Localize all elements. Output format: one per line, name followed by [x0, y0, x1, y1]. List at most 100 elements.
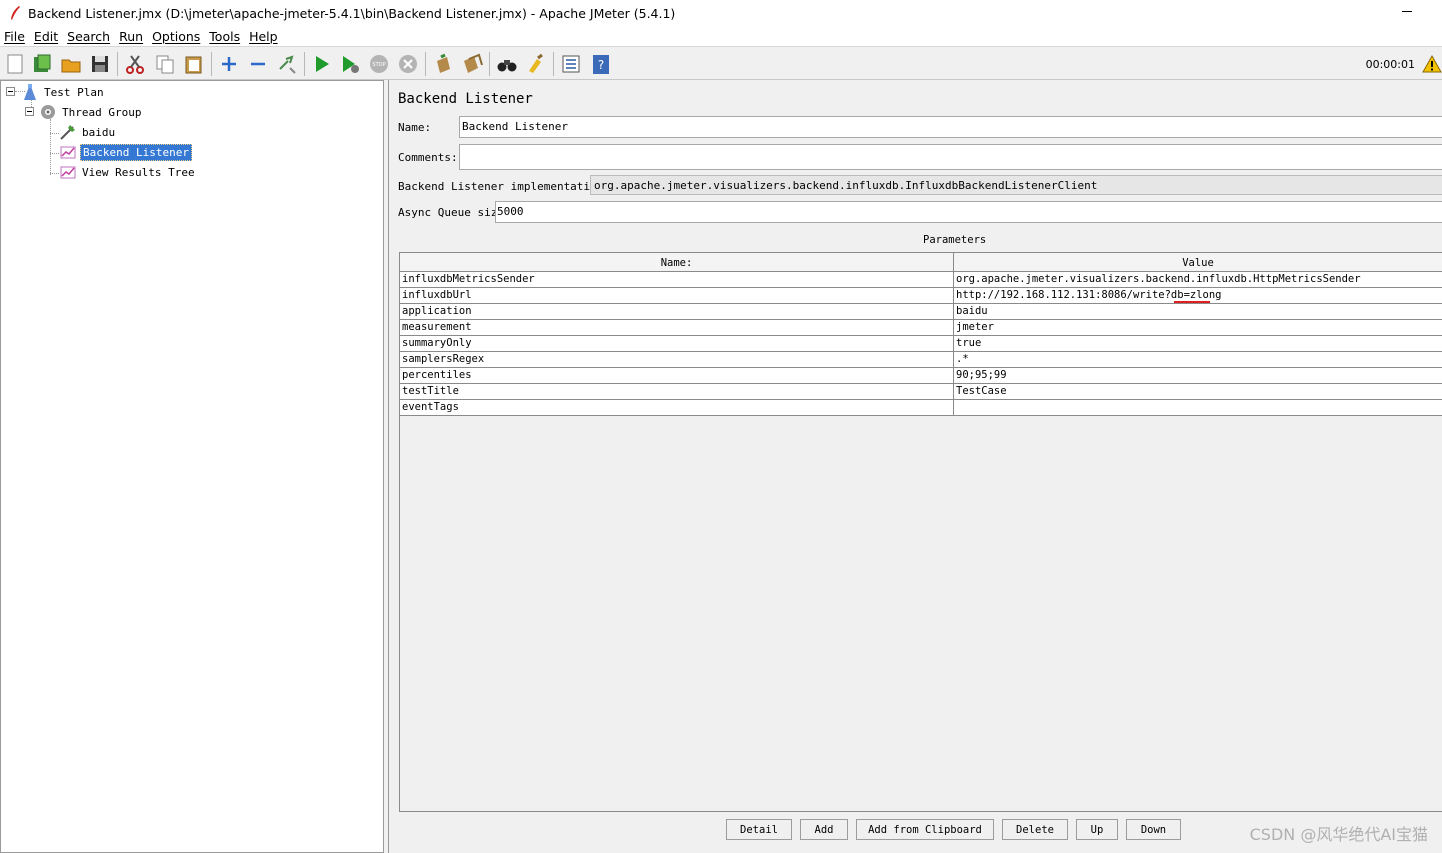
new-icon[interactable]: [4, 53, 26, 75]
param-name-cell[interactable]: percentiles: [400, 368, 954, 383]
menu-search[interactable]: Search: [67, 29, 110, 44]
tree-item-label: Backend Listener: [80, 143, 192, 161]
templates-icon[interactable]: [31, 53, 53, 75]
add-button[interactable]: Add: [800, 819, 848, 840]
open-icon[interactable]: [60, 53, 82, 75]
implementation-select[interactable]: org.apache.jmeter.visualizers.backend.in…: [590, 175, 1442, 195]
menu-help[interactable]: Help: [249, 29, 278, 44]
delete-button[interactable]: Delete: [1002, 819, 1068, 840]
table-row[interactable]: samplersRegex .*: [400, 352, 1442, 368]
table-row[interactable]: measurement jmeter: [400, 320, 1442, 336]
tree-connector: [50, 119, 51, 175]
param-value-cell[interactable]: true: [954, 336, 1442, 351]
table-row[interactable]: summaryOnly true: [400, 336, 1442, 352]
collapse-icon[interactable]: [247, 53, 269, 75]
expand-icon[interactable]: [218, 53, 240, 75]
test-plan-tree: Test Plan Thread Group baidu Backend Lis…: [0, 80, 384, 853]
start-no-pause-icon[interactable]: [339, 53, 361, 75]
tree-item-label: Test Plan: [44, 85, 104, 99]
tree-item-label: baidu: [82, 125, 116, 139]
param-value-cell[interactable]: 90;95;99: [954, 368, 1442, 383]
search-icon[interactable]: [496, 53, 518, 75]
svg-text:?: ?: [598, 58, 604, 72]
shutdown-icon[interactable]: [397, 53, 419, 75]
start-icon[interactable]: [311, 53, 333, 75]
param-name-cell[interactable]: influxdbMetricsSender: [400, 272, 954, 287]
menu-options[interactable]: Options: [152, 29, 200, 44]
param-value-cell[interactable]: [954, 400, 1442, 415]
menu-run[interactable]: Run: [119, 29, 143, 44]
detail-button[interactable]: Detail: [726, 819, 792, 840]
menu-edit[interactable]: Edit: [34, 29, 58, 44]
param-name-cell[interactable]: application: [400, 304, 954, 319]
minimize-button[interactable]: [1402, 6, 1412, 16]
window-title: Backend Listener.jmx (D:\jmeter\apache-j…: [28, 5, 676, 21]
svg-text:STOP: STOP: [372, 62, 385, 68]
watermark: CSDN @风华绝代AI宝猫: [1249, 825, 1428, 844]
toolbar-separator: [304, 52, 305, 76]
menu-tools[interactable]: Tools: [209, 29, 240, 44]
table-row[interactable]: testTitle TestCase: [400, 384, 1442, 400]
backend-listener-panel: Backend Listener Name: Backend Listener …: [388, 80, 1442, 853]
tree-item-test-plan[interactable]: Test Plan: [21, 83, 106, 101]
param-value-cell[interactable]: http://192.168.112.131:8086/write?db=zlo…: [954, 288, 1442, 303]
help-icon[interactable]: ?: [590, 53, 612, 75]
tree-item-view-results-tree[interactable]: View Results Tree: [59, 163, 197, 181]
add-from-clipboard-button[interactable]: Add from Clipboard: [856, 819, 994, 840]
table-body: influxdbMetricsSender org.apache.jmeter.…: [400, 272, 1442, 416]
table-row[interactable]: eventTags: [400, 400, 1442, 416]
column-header-value[interactable]: Value: [954, 253, 1442, 272]
save-icon[interactable]: [89, 53, 111, 75]
warning-icon[interactable]: [1422, 54, 1442, 74]
column-header-name[interactable]: Name:: [400, 253, 954, 272]
stop-icon[interactable]: STOP: [368, 53, 390, 75]
comments-field[interactable]: [459, 144, 1442, 170]
param-value-cell[interactable]: jmeter: [954, 320, 1442, 335]
param-name-cell[interactable]: testTitle: [400, 384, 954, 399]
tree-collapse-toggle[interactable]: [25, 107, 34, 116]
cut-icon[interactable]: [124, 53, 146, 75]
toolbar-separator: [117, 52, 118, 76]
toolbar-separator: [211, 52, 212, 76]
tree-connector: [50, 133, 59, 134]
down-button[interactable]: Down: [1126, 819, 1181, 840]
function-helper-icon[interactable]: [560, 53, 582, 75]
tree-item-label: View Results Tree: [82, 165, 195, 179]
clear-icon[interactable]: [432, 53, 454, 75]
tree-collapse-toggle[interactable]: [6, 87, 15, 96]
tree-item-label: Thread Group: [62, 105, 142, 119]
toolbar: STOP ? 00:00:01: [0, 46, 1442, 80]
thread-group-icon: [39, 103, 57, 121]
reset-search-icon[interactable]: [525, 53, 547, 75]
table-row[interactable]: influxdbMetricsSender org.apache.jmeter.…: [400, 272, 1442, 288]
param-name-cell[interactable]: samplersRegex: [400, 352, 954, 367]
clear-all-icon[interactable]: [461, 53, 483, 75]
table-row[interactable]: percentiles 90;95;99: [400, 368, 1442, 384]
menu-bar: File Edit Search Run Options Tools Help: [0, 26, 1442, 46]
param-name-cell[interactable]: summaryOnly: [400, 336, 954, 351]
copy-icon[interactable]: [154, 53, 176, 75]
param-value-cell[interactable]: org.apache.jmeter.visualizers.backend.in…: [954, 272, 1442, 287]
param-value-cell[interactable]: TestCase: [954, 384, 1442, 399]
sampler-icon: [59, 123, 77, 141]
tree-item-backend-listener[interactable]: Backend Listener: [59, 143, 192, 161]
param-name-cell[interactable]: influxdbUrl: [400, 288, 954, 303]
table-row[interactable]: influxdbUrl http://192.168.112.131:8086/…: [400, 288, 1442, 304]
param-value-cell[interactable]: .*: [954, 352, 1442, 367]
comments-label: Comments:: [398, 151, 458, 164]
parameters-title: Parameters: [923, 234, 987, 246]
test-plan-icon: [21, 83, 39, 101]
menu-file[interactable]: File: [4, 29, 25, 44]
up-button[interactable]: Up: [1076, 819, 1118, 840]
toggle-icon[interactable]: [276, 53, 298, 75]
panel-title: Backend Listener: [398, 91, 533, 107]
param-name-cell[interactable]: measurement: [400, 320, 954, 335]
name-field[interactable]: Backend Listener: [459, 116, 1442, 138]
table-row[interactable]: application baidu: [400, 304, 1442, 320]
param-value-cell[interactable]: baidu: [954, 304, 1442, 319]
tree-item-thread-group[interactable]: Thread Group: [39, 103, 143, 121]
tree-item-baidu[interactable]: baidu: [59, 123, 117, 141]
paste-icon[interactable]: [183, 53, 205, 75]
async-queue-field[interactable]: 5000: [495, 201, 1442, 223]
param-name-cell[interactable]: eventTags: [400, 400, 954, 415]
